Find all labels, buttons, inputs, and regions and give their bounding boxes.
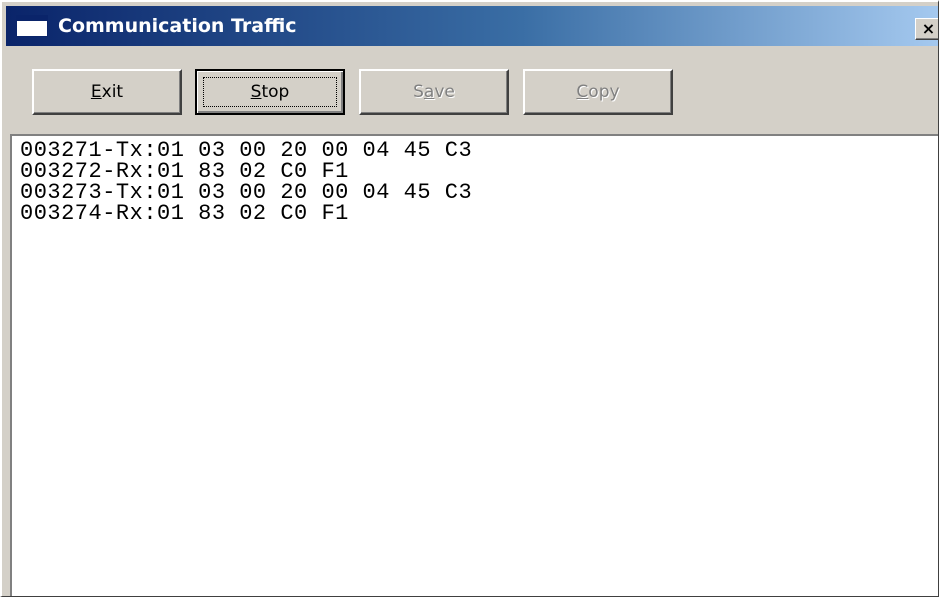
exit-button-label: Exit [90,82,124,102]
close-icon: × [921,19,936,38]
save-button[interactable]: Save [359,69,509,115]
log-line: 003274-Rx:01 83 02 C0 F1 [20,201,349,226]
title-bar[interactable]: Communication Traffic × [6,6,938,46]
copy-button-label: Copy [576,82,620,102]
traffic-log[interactable]: 003271-Tx:01 03 00 20 00 04 45 C3 003272… [10,134,938,596]
log-line: 003273-Tx:01 03 00 20 00 04 45 C3 [20,180,473,205]
save-button-label: Save [413,82,455,102]
stop-button[interactable]: Stop [195,69,345,115]
button-toolbar: Exit Stop Save Copy [2,46,938,134]
focus-ring [203,77,337,107]
window-icon [16,15,48,37]
communication-traffic-window: Communication Traffic × Exit Stop Save C… [0,0,939,597]
log-line: 003271-Tx:01 03 00 20 00 04 45 C3 [20,138,473,163]
window-title: Communication Traffic [58,15,297,37]
log-line: 003272-Rx:01 83 02 C0 F1 [20,159,349,184]
copy-button[interactable]: Copy [523,69,673,115]
close-button[interactable]: × [915,18,938,40]
exit-button[interactable]: Exit [32,69,182,115]
